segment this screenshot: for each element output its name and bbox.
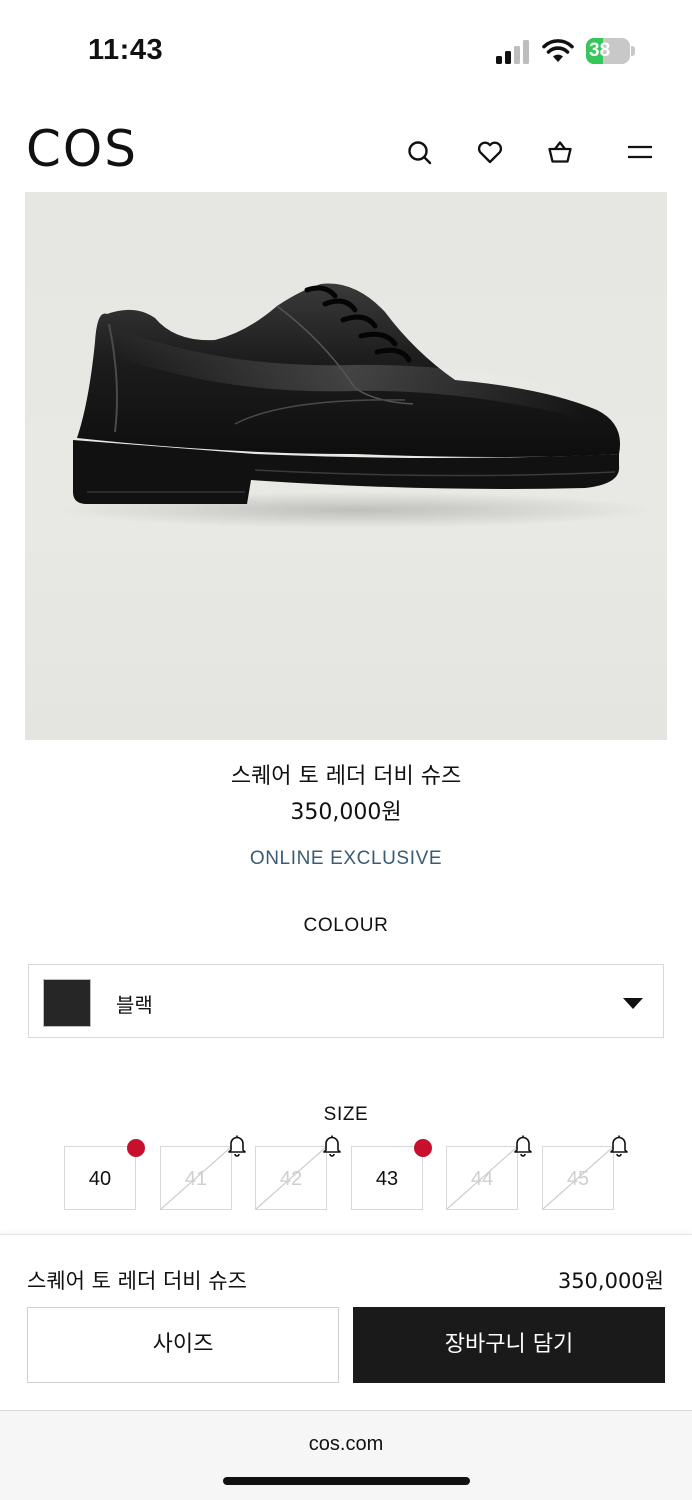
derby-shoe-illustration bbox=[55, 283, 655, 528]
unavailable-strike bbox=[256, 1147, 326, 1209]
colour-label: COLOUR bbox=[303, 915, 389, 936]
search-icon[interactable] bbox=[405, 138, 433, 166]
home-indicator[interactable] bbox=[223, 1477, 470, 1485]
add-to-cart-button[interactable]: 장바구니 담기 bbox=[353, 1307, 665, 1383]
size-option[interactable]: 44 bbox=[446, 1135, 532, 1210]
size-value: 40 bbox=[88, 1168, 112, 1190]
colour-dropdown[interactable]: 블랙 bbox=[28, 964, 664, 1038]
sticky-purchase-bar: 스퀘어 토 레더 더비 슈즈 350,000원 사이즈 장바구니 담기 bbox=[0, 1234, 692, 1410]
battery-icon: 38 bbox=[586, 38, 636, 64]
wifi-icon bbox=[541, 38, 575, 64]
size-option[interactable]: 43 bbox=[351, 1139, 432, 1210]
status-time: 11:43 bbox=[88, 34, 164, 66]
colour-swatch bbox=[43, 979, 91, 1027]
sticky-product-price: 350,000원 bbox=[557, 1269, 664, 1293]
size-option[interactable]: 40 bbox=[64, 1139, 145, 1210]
notify-bell-icon[interactable] bbox=[511, 1133, 535, 1157]
notify-bell-icon[interactable] bbox=[225, 1133, 249, 1157]
site-header: COS bbox=[0, 100, 692, 192]
chevron-down-icon bbox=[623, 998, 643, 1009]
low-stock-dot bbox=[127, 1139, 145, 1157]
size-label: SIZE bbox=[323, 1104, 369, 1125]
low-stock-dot bbox=[414, 1139, 432, 1157]
notify-bell-icon[interactable] bbox=[320, 1133, 344, 1157]
selected-colour: 블랙 bbox=[116, 993, 153, 1017]
heart-icon[interactable] bbox=[476, 138, 504, 166]
unavailable-strike bbox=[161, 1147, 231, 1209]
size-option[interactable]: 41 bbox=[160, 1135, 246, 1210]
status-bar: 11:43 38 bbox=[0, 0, 692, 100]
battery-level: 38 bbox=[589, 40, 611, 61]
browser-address-bar[interactable]: cos.com bbox=[0, 1410, 692, 1500]
size-option[interactable]: 45 bbox=[542, 1135, 628, 1210]
shopping-bag-icon[interactable] bbox=[546, 138, 574, 166]
cellular-signal-icon bbox=[496, 40, 532, 64]
product-name: 스퀘어 토 레더 더비 슈즈 bbox=[230, 764, 462, 789]
select-size-button[interactable]: 사이즈 bbox=[27, 1307, 339, 1383]
size-selector: 40 41 42 43 44 45 bbox=[64, 1135, 628, 1212]
menu-icon[interactable] bbox=[626, 138, 654, 166]
url-text[interactable]: cos.com bbox=[0, 1433, 692, 1456]
size-option[interactable]: 42 bbox=[255, 1135, 341, 1210]
sticky-product-name: 스퀘어 토 레더 더비 슈즈 bbox=[27, 1269, 247, 1293]
unavailable-strike bbox=[447, 1147, 517, 1209]
product-price: 350,000원 bbox=[290, 800, 402, 825]
notify-bell-icon[interactable] bbox=[607, 1133, 631, 1157]
brand-logo[interactable]: COS bbox=[26, 120, 138, 178]
unavailable-strike bbox=[543, 1147, 613, 1209]
online-exclusive-badge: ONLINE EXCLUSIVE bbox=[249, 848, 443, 869]
size-value: 43 bbox=[375, 1168, 399, 1190]
product-image[interactable] bbox=[25, 192, 667, 740]
